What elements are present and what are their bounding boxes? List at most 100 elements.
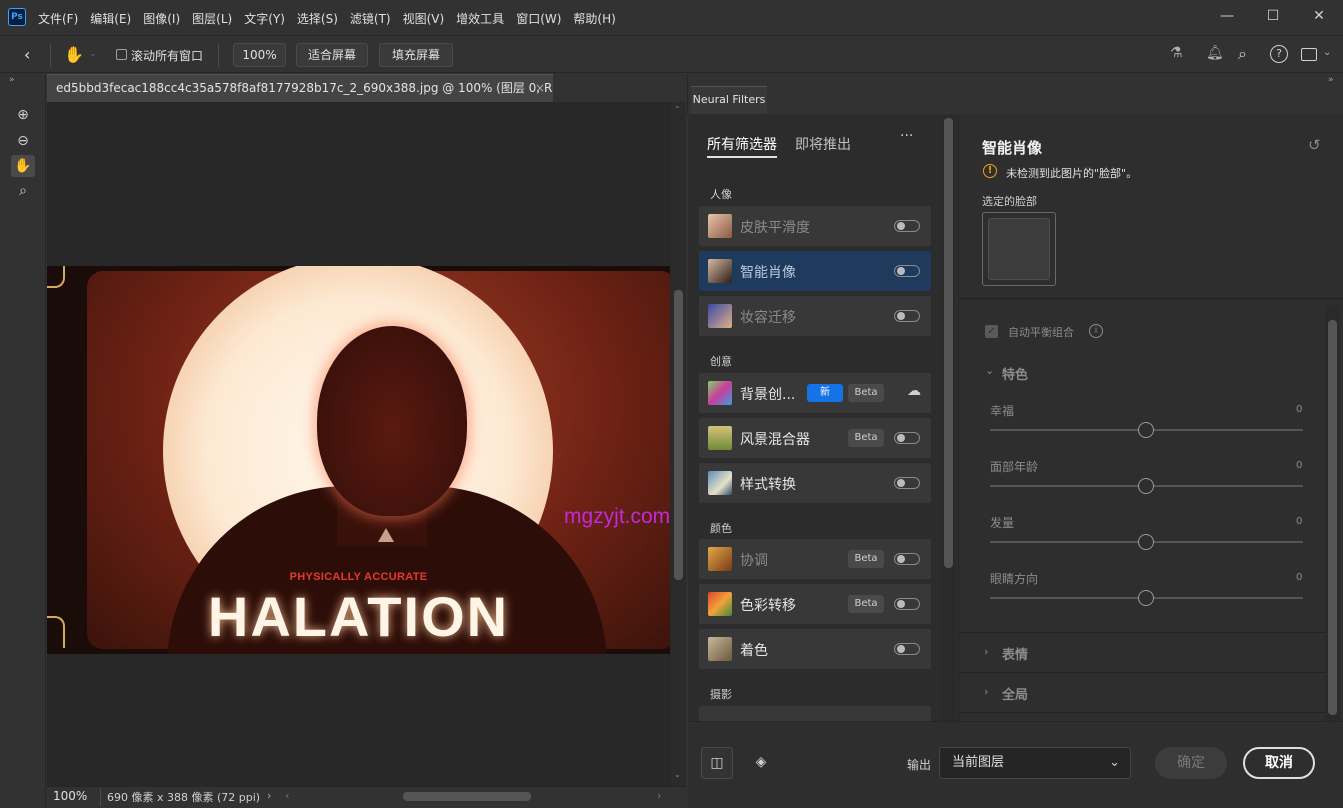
layers-icon[interactable]: ◈ [745,747,777,779]
pendant-icon [378,528,394,542]
expression-section[interactable]: › 表情 [959,632,1325,672]
reset-icon[interactable]: ↺ [1308,136,1321,154]
chevron-down-icon[interactable]: ⌄ [1323,47,1331,58]
search-icon[interactable]: ⌕ [1238,44,1256,64]
menu-plugins[interactable]: 增效工具 [456,10,504,27]
chevron-down-icon[interactable]: ⌄ [89,49,97,59]
featured-section-title[interactable]: 特色 [1002,364,1028,383]
scroll-thumb[interactable] [944,118,953,568]
menu-filter[interactable]: 滤镜(T) [350,10,391,27]
info-icon[interactable]: i [1089,324,1103,338]
filter-landscape-mixer[interactable]: 风景混合器 Beta [699,418,931,458]
zoom-100-button[interactable]: 100% [233,43,286,67]
filter-color-transfer[interactable]: 色彩转移 Beta [699,584,931,624]
skin-toggle[interactable] [894,220,920,232]
divider [50,43,51,67]
detail-title: 智能肖像 [982,139,1043,157]
close-tab-icon[interactable]: × [535,75,545,101]
filter-makeup-transfer[interactable]: 妆容迁移 [699,296,931,336]
cloud-download-icon[interactable]: ☁ [907,383,921,399]
slider-knob-eye-direction[interactable] [1138,590,1154,606]
filter-partial[interactable] [699,706,931,721]
scroll-right-icon[interactable]: › [657,789,661,802]
landscape-thumbnail [708,426,732,450]
zoom-icon[interactable]: ⌕ [11,180,35,202]
filter-background-creator[interactable]: 背景创... 新 Beta ☁ [699,373,931,413]
chevron-down-icon[interactable]: ⌄ [985,364,994,377]
compare-view-icon[interactable]: ◫ [701,747,733,779]
scroll-thumb[interactable] [674,290,683,580]
menu-view[interactable]: 视图(V) [403,10,445,27]
filter-skin-smoothing[interactable]: 皮肤平滑度 [699,206,931,246]
scroll-left-icon[interactable]: ‹ [285,789,289,802]
document-tab[interactable]: ed5bbd3fecac188cc4c35a578f8af8177928b17c… [47,74,553,102]
skin-thumbnail [708,214,732,238]
makeup-toggle[interactable] [894,310,920,322]
more-options-icon[interactable]: ··· [900,128,913,144]
slider-knob-happiness[interactable] [1138,422,1154,438]
maximize-icon[interactable]: ☐ [1263,6,1283,26]
scroll-thumb[interactable] [1328,320,1337,715]
ok-button[interactable]: 确定 [1155,747,1227,779]
divider [100,788,101,806]
global-section[interactable]: › 全局 [959,672,1325,712]
minimize-icon[interactable]: — [1217,6,1237,26]
selected-face-frame[interactable] [982,212,1056,286]
frame-corner [47,266,65,288]
zoom-in-icon[interactable]: ⊕ [11,104,35,126]
auto-balance-checkbox[interactable]: ✓ [985,325,998,338]
hand-icon[interactable]: ✋ [11,155,35,177]
menu-edit[interactable]: 编辑(E) [90,10,131,27]
menu-bar: Ps 文件(F) 编辑(E) 图像(I) 图层(L) 文字(Y) 选择(S) 滤… [0,0,1343,36]
back-chevron-icon[interactable]: ‹ [24,45,40,65]
filter-smart-portrait[interactable]: 智能肖像 [699,251,931,291]
menu-select[interactable]: 选择(S) [297,10,338,27]
style-transfer-toggle[interactable] [894,477,920,489]
filter-style-transfer[interactable]: 样式转换 [699,463,931,503]
workspace-icon[interactable] [1301,48,1317,61]
chevron-right-icon[interactable]: › [267,789,271,802]
color-transfer-toggle[interactable] [894,598,920,610]
fit-screen-button[interactable]: 适合屏幕 [296,43,368,67]
beta-badge: Beta [848,384,884,402]
output-select[interactable]: 当前图层 ⌄ [939,747,1131,779]
menu-type[interactable]: 文字(Y) [244,10,285,27]
tab-all-filters[interactable]: 所有筛选器 [707,134,777,154]
bell-icon[interactable]: 🔔︎ [1206,45,1224,65]
harmonize-toggle[interactable] [894,553,920,565]
neural-filters-tab[interactable]: Neural Filters [691,86,767,114]
filter-colorize[interactable]: 着色 [699,629,931,669]
collapse-panel-icon[interactable]: » [1328,75,1334,85]
menu-help[interactable]: 帮助(H) [573,10,615,27]
scroll-down-icon[interactable]: ⌄ [674,770,681,779]
help-icon[interactable]: ? [1270,45,1288,63]
tab-coming-soon[interactable]: 即将推出 [795,134,851,154]
menu-file[interactable]: 文件(F) [38,10,78,27]
menu-image[interactable]: 图像(I) [143,10,180,27]
scroll-all-checkbox[interactable] [116,49,127,60]
zoom-out-icon[interactable]: ⊖ [11,130,35,152]
hand-tool-icon[interactable]: ✋ [64,45,84,65]
close-window-icon[interactable]: ✕ [1309,6,1329,26]
output-label: 输出 [907,758,932,772]
landscape-toggle[interactable] [894,432,920,444]
filter-harmonize[interactable]: 协调 Beta [699,539,931,579]
scroll-up-icon[interactable]: ⌃ [674,105,681,114]
colorize-toggle[interactable] [894,643,920,655]
bg-creator-thumbnail [708,381,732,405]
fill-screen-button[interactable]: 填充屏幕 [379,43,453,67]
filter-label: 妆容迁移 [740,310,796,326]
slider-value-hair: 0 [1296,516,1303,527]
flask-icon[interactable]: ⚗ [1170,45,1188,65]
collapse-icon[interactable]: » [9,75,15,85]
cancel-button[interactable]: 取消 [1243,747,1315,779]
horizontal-scroll-thumb[interactable] [403,792,531,801]
slider-knob-hair[interactable] [1138,534,1154,550]
menu-window[interactable]: 窗口(W) [516,10,561,27]
status-zoom[interactable]: 100% [53,789,87,803]
smart-portrait-toggle[interactable] [894,265,920,277]
smart-portrait-thumbnail [708,259,732,283]
slider-knob-face-age[interactable] [1138,478,1154,494]
menu-layer[interactable]: 图层(L) [192,10,232,27]
document-image: PHYSICALLY ACCURATE HALATION [47,266,670,654]
